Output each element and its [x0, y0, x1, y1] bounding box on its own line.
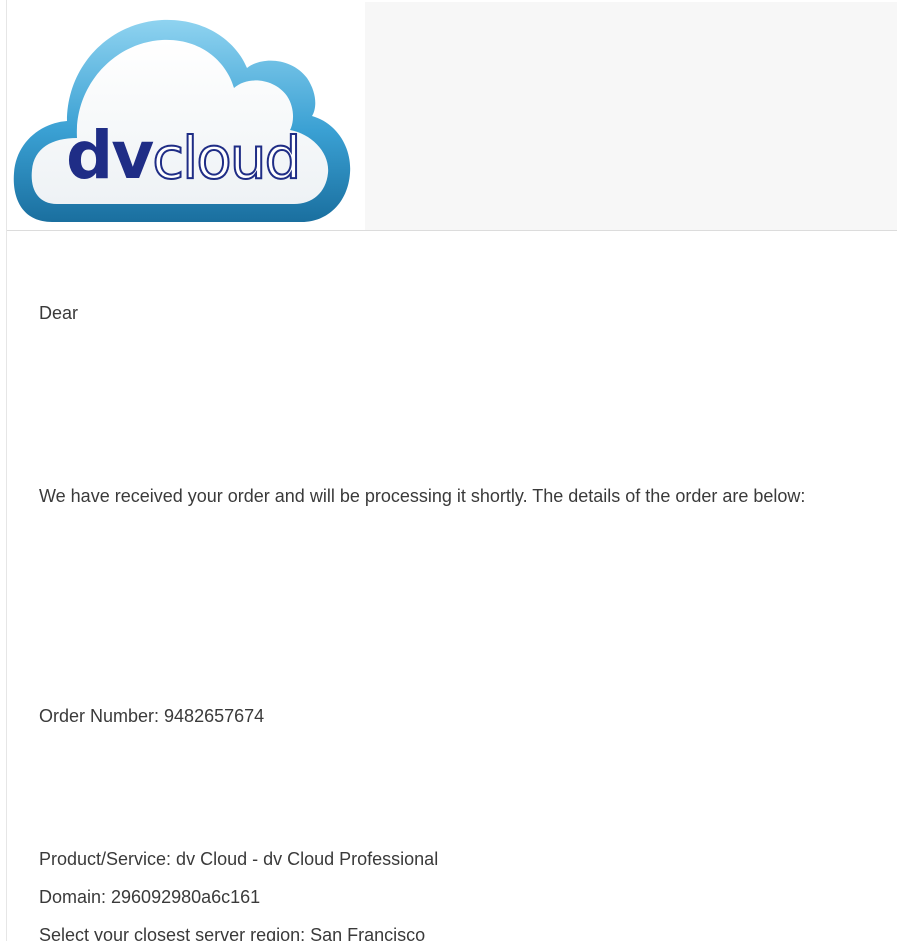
logo-wordmark: dvcloud — [66, 116, 306, 196]
header-background — [365, 2, 897, 230]
email-view: dvcloud Dear We have received your order… — [0, 0, 897, 941]
domain-text: Domain: 296092980a6c161 — [39, 887, 261, 907]
logo-text-dv: dv — [66, 117, 154, 194]
order-number-text: Order Number: 9482657674 — [39, 706, 265, 726]
intro-text: We have received your order and will be … — [39, 486, 806, 506]
server-region-text: Select your closest server region: San F… — [39, 925, 426, 941]
greeting-text: Dear — [39, 303, 79, 323]
dvcloud-logo: dvcloud — [12, 8, 352, 228]
logo-text-cloud: cloud — [151, 123, 302, 193]
product-service-text: Product/Service: dv Cloud - dv Cloud Pro… — [39, 849, 439, 869]
